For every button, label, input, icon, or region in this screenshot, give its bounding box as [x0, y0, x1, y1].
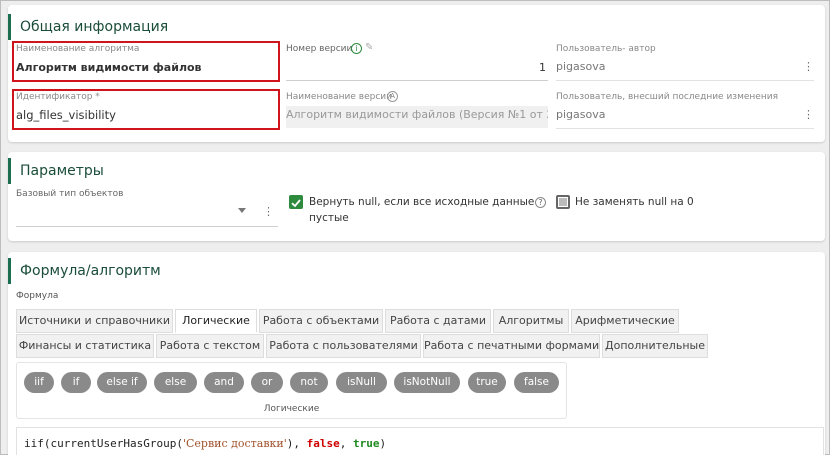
chip-else[interactable]: else — [154, 372, 197, 393]
tab-arithmetic[interactable]: Арифметические — [571, 309, 679, 333]
code-prefix: iif(currentUserHasGroup( — [24, 437, 183, 450]
identifier-field[interactable]: alg_files_visibility — [16, 108, 276, 122]
code-mid2: , — [339, 437, 353, 450]
no-replace-null-checkbox[interactable] — [556, 195, 570, 209]
version-number-label: Номер версии — [286, 44, 353, 54]
base-type-more-icon[interactable]: ⋮ — [263, 206, 274, 217]
chip-isnull[interactable]: isNull — [336, 372, 387, 393]
code-true: true — [353, 437, 380, 450]
code-suffix: ) — [379, 437, 387, 450]
version-number-field[interactable]: 1 — [520, 61, 546, 74]
chip-true[interactable]: true — [468, 372, 506, 393]
tab-text[interactable]: Работа с текстом — [156, 334, 264, 358]
author-more-icon[interactable]: ⋮ — [803, 61, 814, 72]
version-name-field: Алгоритм видимости файлов (Версия №1 от … — [286, 106, 548, 128]
version-number-underline — [286, 80, 548, 81]
auto-icon: A — [387, 91, 398, 102]
formula-title: Формула/алгоритм — [8, 258, 161, 284]
no-replace-null-label: Не заменять null на 0 — [575, 196, 694, 208]
tab-additional[interactable]: Дополнительные — [602, 334, 708, 358]
chip-iif[interactable]: iif — [24, 372, 54, 393]
check-icon — [291, 199, 301, 208]
params-title: Параметры — [8, 158, 104, 184]
tab-dates[interactable]: Работа с датами — [385, 309, 491, 333]
chip-not[interactable]: not — [290, 372, 328, 393]
pin-icon[interactable]: ✎ — [365, 42, 373, 53]
return-null-label-line2: пустые — [309, 212, 349, 224]
last-editor-more-icon[interactable]: ⋮ — [803, 109, 814, 120]
last-editor-field: pigasova — [556, 108, 606, 121]
algo-name-field[interactable]: Алгоритм видимости файлов — [16, 61, 276, 74]
chip-else-if[interactable]: else if — [97, 372, 147, 393]
formula-code[interactable]: iif(currentUserHasGroup('Сервис доставки… — [24, 437, 386, 450]
author-label: Пользователь- автор — [556, 44, 656, 54]
last-editor-underline — [556, 128, 814, 129]
code-string: 'Сервис доставки' — [182, 437, 287, 450]
general-info-title: Общая информация — [8, 14, 168, 40]
code-false: false — [306, 437, 340, 450]
algo-name-label: Наименование алгоритма — [16, 44, 140, 54]
return-null-label-line1: Вернуть null, если все исходные данные — [309, 196, 535, 208]
chip-or[interactable]: or — [251, 372, 283, 393]
identifier-label: Идентификатор * — [16, 92, 100, 102]
formula-label: Формула — [16, 291, 59, 301]
return-null-checkbox[interactable] — [289, 195, 303, 209]
chips-caption: Логические — [263, 404, 320, 414]
dropdown-arrow-icon[interactable] — [238, 208, 246, 213]
tab-finance[interactable]: Финансы и статистика — [16, 334, 154, 358]
code-mid1: ), — [286, 437, 307, 450]
base-type-underline — [16, 226, 278, 227]
tab-users[interactable]: Работа с пользователями — [266, 334, 421, 358]
tab-algorithms[interactable]: Алгоритмы — [493, 309, 569, 333]
info-icon[interactable]: i — [351, 43, 362, 54]
base-type-select[interactable] — [16, 202, 276, 226]
tab-logical[interactable]: Логические — [175, 309, 257, 333]
help-icon[interactable]: ? — [535, 197, 546, 208]
tab-print-forms[interactable]: Работа с печатными формами — [423, 334, 600, 358]
version-name-label: Наименование версии — [286, 92, 393, 102]
base-type-label: Базовый тип объектов — [16, 189, 124, 199]
author-field: pigasova — [556, 60, 606, 73]
chip-isnotnull[interactable]: isNotNull — [394, 372, 460, 393]
chip-and[interactable]: and — [204, 372, 244, 393]
tab-objects[interactable]: Работа с объектами — [259, 309, 383, 333]
author-underline — [556, 80, 814, 81]
chip-if[interactable]: if — [61, 372, 91, 393]
chip-false[interactable]: false — [514, 372, 559, 393]
tab-sources[interactable]: Источники и справочники — [16, 309, 173, 333]
last-editor-label: Пользователь, внесший последние изменени… — [556, 92, 778, 102]
